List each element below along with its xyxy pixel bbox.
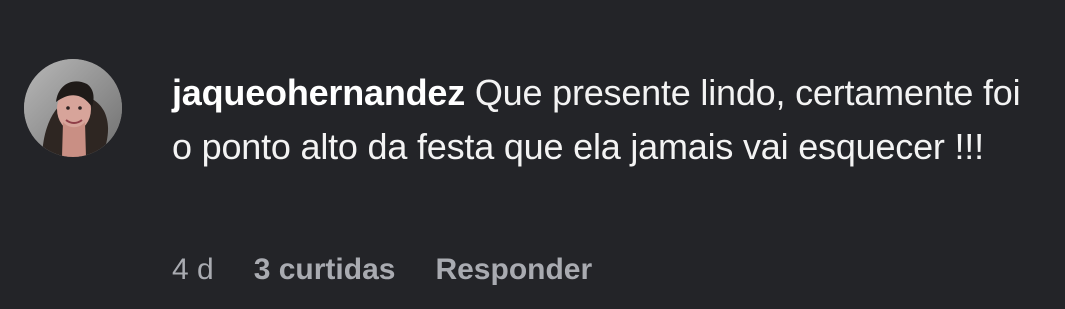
- comment-text-block: jaqueohernandez Que presente lindo, cert…: [172, 66, 1032, 174]
- likes-count-link[interactable]: 3 curtidas: [254, 252, 396, 288]
- comment-username[interactable]: jaqueohernandez: [172, 72, 465, 113]
- profile-photo-icon: [24, 59, 122, 157]
- comment-item: jaqueohernandez Que presente lindo, cert…: [0, 0, 1065, 309]
- comment-meta: 4 d 3 curtidas Responder: [172, 252, 592, 288]
- comment-age: 4 d: [172, 253, 214, 286]
- avatar[interactable]: [24, 59, 122, 157]
- reply-button[interactable]: Responder: [435, 252, 592, 288]
- comment-body: jaqueohernandez Que presente lindo, cert…: [172, 66, 1032, 174]
